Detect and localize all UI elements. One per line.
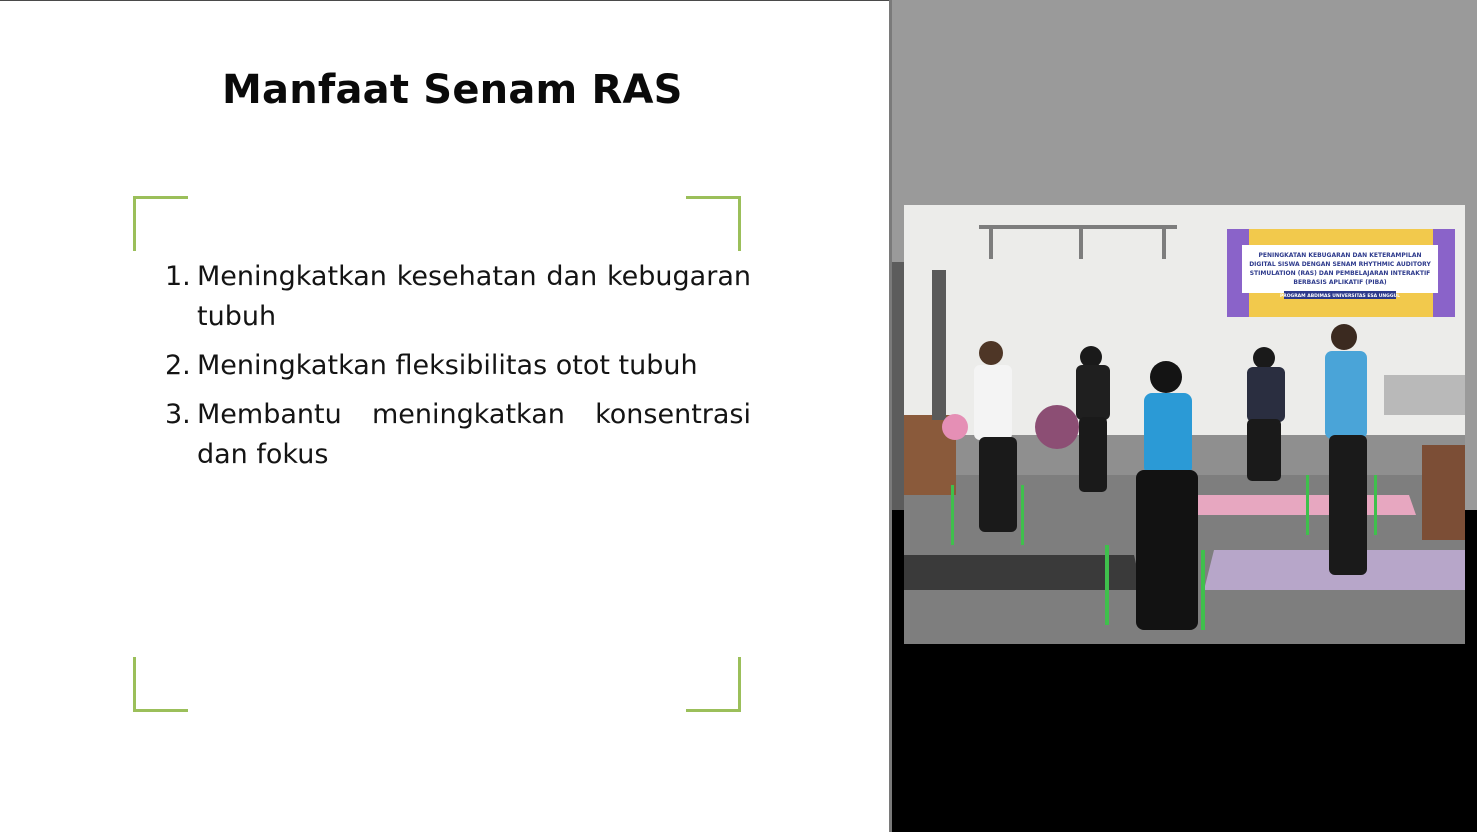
frame-corner-bottom-left [133,657,188,712]
banner-line: PENINGKATAN KEBUGARAN DAN KETERAMPILAN [1258,252,1421,259]
participant [1247,347,1285,481]
frame-corner-top-left [133,196,188,251]
benefit-text: Meningkatkan kesehatan dan kebugaran tub… [197,261,751,332]
cabinet [1422,445,1465,540]
benefit-item: 1. Meningkatkan kesehatan dan kebugaran … [165,257,751,337]
frame-corner-bottom-right [686,657,741,712]
slide-title: Manfaat Senam RAS [222,67,683,113]
frame-corner-top-right [686,196,741,251]
benefit-text: Meningkatkan fleksibilitas otot tubuh [197,350,698,381]
panel-shadow-strip [892,262,904,510]
exercise-mat [1176,495,1416,515]
benefit-item: 2. Meningkatkan fleksibilitas otot tubuh [165,346,751,386]
event-banner: PENINGKATAN KEBUGARAN DAN KETERAMPILAN D… [1227,229,1455,317]
banner-footer: PROGRAM ABDIMAS UNIVERSITAS ESA UNGGUL [1280,293,1400,299]
benefit-number: 2. [165,350,191,381]
banner-line: STIMULATION (RAS) DAN PEMBELAJARAN INTER… [1250,270,1431,277]
benefit-item: 3. Membantu meningkatkan konsentrasi dan… [165,395,751,475]
benefits-list: 1. Meningkatkan kesehatan dan kebugaran … [165,257,751,484]
banner-line: DIGITAL SISWA DENGAN SENAM RHYTHMIC AUDI… [1249,261,1431,268]
benefit-number: 1. [165,261,191,292]
presentation-slide: Manfaat Senam RAS 1. Meningkatkan keseha… [0,1,889,832]
photo-illustration: PENINGKATAN KEBUGARAN DAN KETERAMPILAN D… [904,205,1465,644]
participant [1076,346,1110,492]
benefit-text: Membantu meningkatkan konsentrasi dan fo… [197,399,751,470]
benefit-number: 3. [165,399,191,430]
exercise-photo: PENINGKATAN KEBUGARAN DAN KETERAMPILAN D… [904,205,1465,644]
banner-line: BERBASIS APLIKATIF (PIBA) [1293,279,1386,286]
